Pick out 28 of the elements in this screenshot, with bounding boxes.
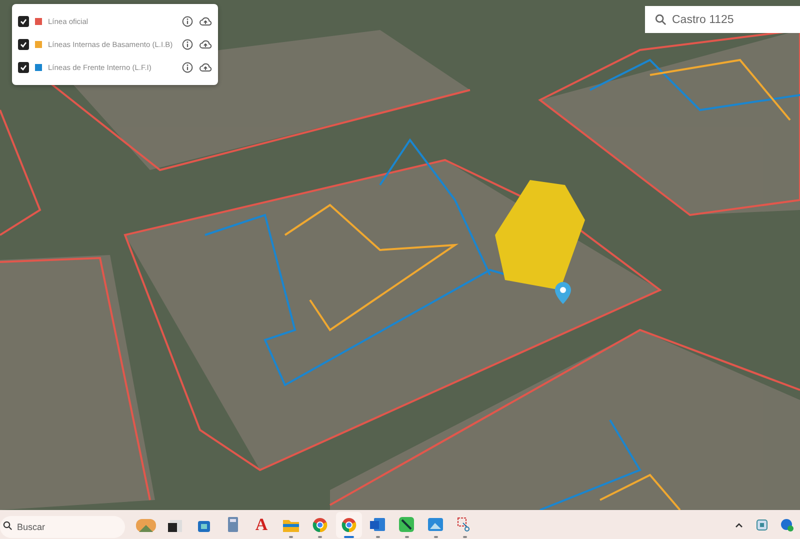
chevron-up-icon[interactable] (734, 520, 744, 528)
checkbox[interactable] (18, 16, 29, 27)
check-icon (19, 40, 28, 49)
browser-icon (340, 516, 356, 532)
calculator-icon (226, 517, 240, 532)
info-icon[interactable] (182, 39, 193, 50)
taskbar-app-button[interactable]: A (248, 512, 274, 538)
cloud-upload-icon[interactable] (199, 62, 212, 73)
cloud-upload-icon[interactable] (199, 39, 212, 50)
search-field[interactable]: Castro 1125 (645, 6, 800, 33)
scissors-icon (457, 517, 472, 532)
checkbox[interactable] (18, 62, 29, 73)
window-stack-icon (168, 518, 182, 532)
check-icon (19, 63, 28, 72)
document-icon (370, 517, 385, 532)
cloud-upload-icon[interactable] (199, 16, 212, 27)
folder-icon (282, 517, 298, 532)
check-icon (19, 17, 28, 26)
search-icon (655, 14, 666, 25)
location-pin-icon (555, 282, 571, 304)
info-icon[interactable] (182, 16, 193, 27)
search-icon (3, 520, 12, 530)
info-icon[interactable] (182, 62, 193, 73)
browser-icon (312, 516, 328, 532)
taskbar-search-field[interactable]: Buscar (0, 516, 125, 538)
photo-icon (428, 517, 443, 532)
tray-square-icon[interactable] (756, 518, 768, 530)
checkbox[interactable] (18, 39, 29, 50)
